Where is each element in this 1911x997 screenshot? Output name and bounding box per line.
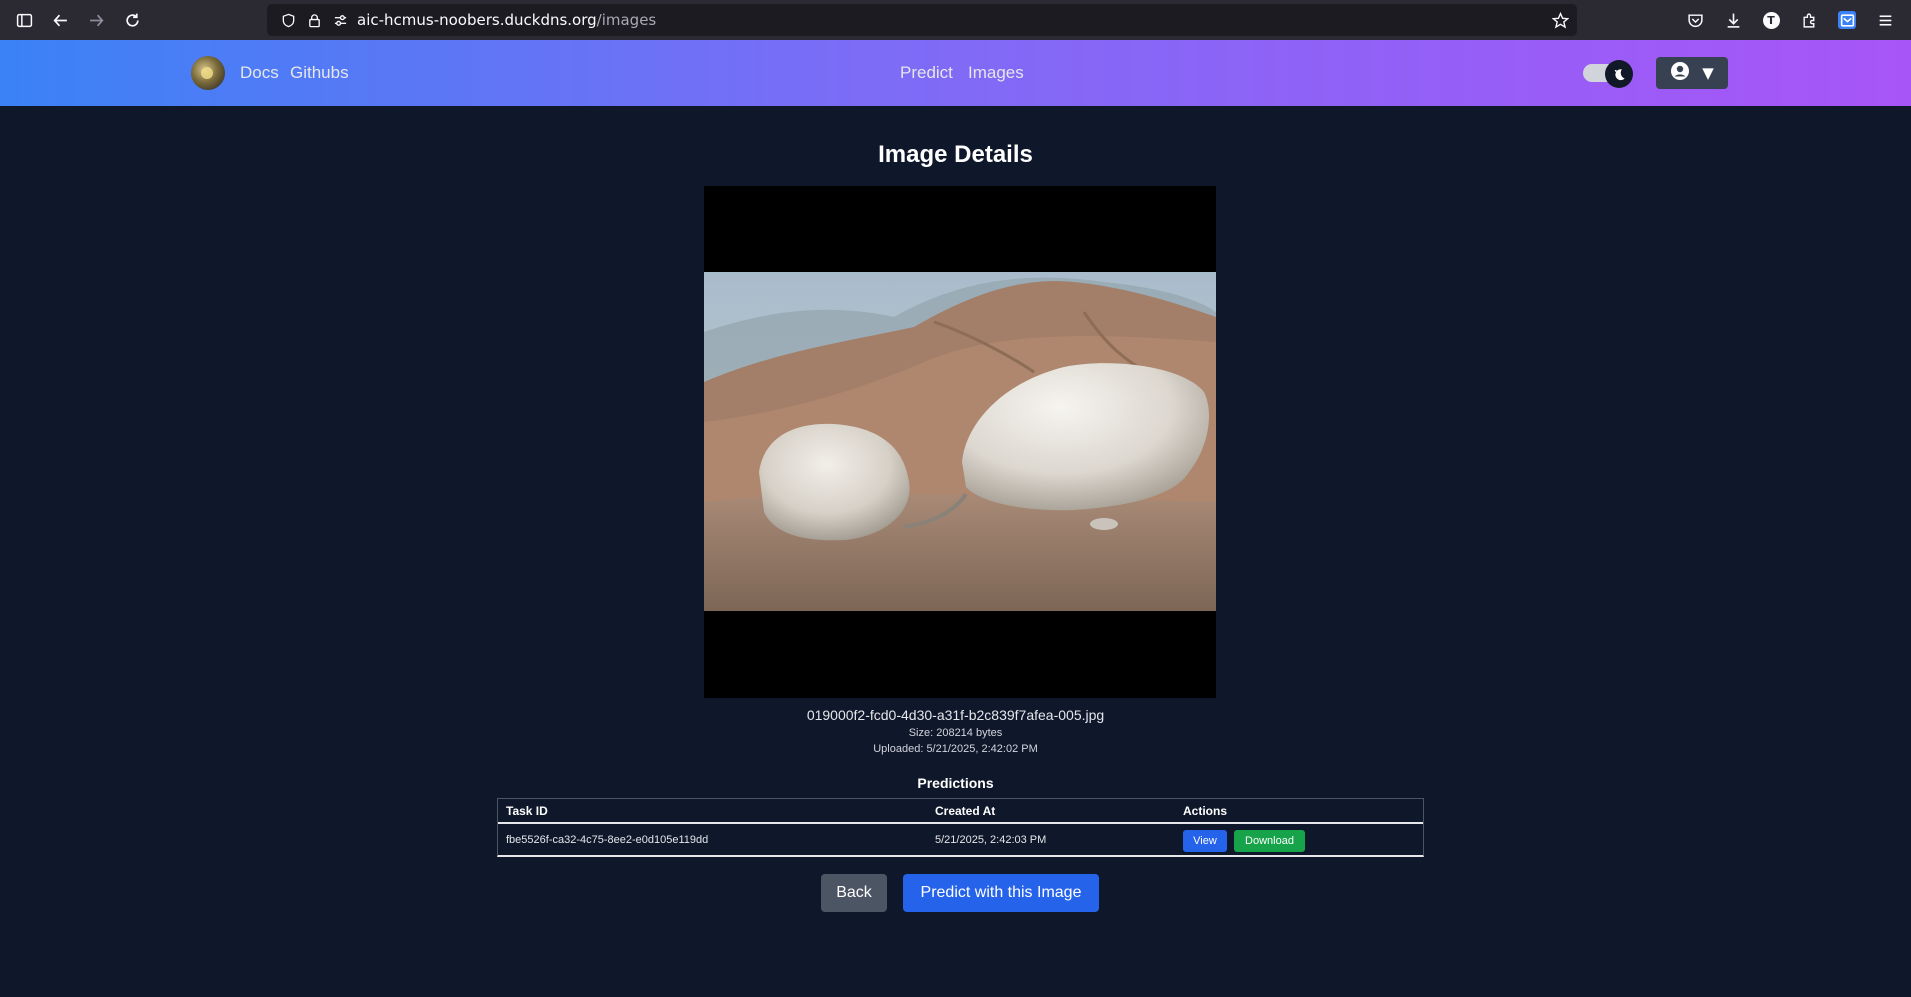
downloads-icon[interactable] <box>1715 2 1751 38</box>
extension-blue-icon[interactable] <box>1829 2 1865 38</box>
url-text[interactable]: aic-hcmus-noobers.duckdns.org/images <box>357 11 656 29</box>
profile-initial: T <box>1762 11 1780 29</box>
user-circle-icon <box>1670 61 1690 85</box>
created-at-cell: 5/21/2025, 2:42:03 PM <box>935 834 1047 846</box>
theme-toggle[interactable] <box>1583 60 1633 88</box>
menu-icon[interactable] <box>1867 2 1903 38</box>
bookmark-star-icon[interactable] <box>1552 4 1569 36</box>
browser-toolbar: aic-hcmus-noobers.duckdns.org/images T <box>0 0 1911 40</box>
url-path: /images <box>596 11 657 29</box>
column-header-actions: Actions <box>1183 804 1228 818</box>
lock-icon[interactable] <box>301 4 327 36</box>
image-filename: 019000f2-fcd0-4d30-a31f-b2c839f7afea-005… <box>806 707 1105 723</box>
nav-docs-link[interactable]: Docs <box>240 63 279 83</box>
app-logo[interactable] <box>191 56 225 90</box>
nav-githubs-link[interactable]: Githubs <box>290 63 349 83</box>
page-title: Image Details <box>878 141 1033 168</box>
back-icon[interactable] <box>42 2 78 38</box>
table-row: fbe5526f-ca32-4c75-8ee2-e0d105e119dd 5/2… <box>498 826 1423 856</box>
image-size: Size: 208214 bytes <box>908 727 1003 739</box>
url-host: aic-hcmus-noobers.duckdns.org <box>357 11 597 29</box>
column-header-task-id: Task ID <box>506 804 548 818</box>
app-navbar: Docs Githubs Predict Images ▼ <box>0 40 1911 106</box>
predict-with-image-button[interactable]: Predict with this Image <box>903 874 1099 912</box>
view-button[interactable]: View <box>1183 830 1227 852</box>
download-button[interactable]: Download <box>1234 830 1305 852</box>
profile-avatar[interactable]: T <box>1753 2 1789 38</box>
sidebar-icon[interactable] <box>6 2 42 38</box>
image-preview <box>704 186 1216 698</box>
extensions-icon[interactable] <box>1791 2 1827 38</box>
permissions-icon[interactable] <box>327 4 353 36</box>
user-menu-button[interactable]: ▼ <box>1656 57 1728 89</box>
back-button[interactable]: Back <box>821 874 887 912</box>
reload-icon[interactable] <box>114 2 150 38</box>
moon-icon <box>1605 60 1633 88</box>
shield-icon[interactable] <box>275 4 301 36</box>
nav-images-link[interactable]: Images <box>968 63 1024 83</box>
predictions-heading: Predictions <box>917 775 994 791</box>
pocket-icon[interactable] <box>1677 2 1713 38</box>
chevron-down-icon: ▼ <box>1702 64 1714 82</box>
table-header: Task ID Created At Actions <box>498 799 1423 824</box>
forward-icon[interactable] <box>78 2 114 38</box>
task-id-cell: fbe5526f-ca32-4c75-8ee2-e0d105e119dd <box>506 834 709 846</box>
image-uploaded-time: Uploaded: 5/21/2025, 2:42:02 PM <box>873 743 1038 755</box>
url-bar[interactable]: aic-hcmus-noobers.duckdns.org/images <box>267 4 1577 36</box>
column-header-created-at: Created At <box>935 804 996 818</box>
rock-photo <box>704 272 1216 611</box>
nav-predict-link[interactable]: Predict <box>900 63 953 83</box>
predictions-table: Task ID Created At Actions fbe5526f-ca32… <box>497 798 1424 857</box>
browser-toolbar-right: T <box>1677 2 1903 38</box>
